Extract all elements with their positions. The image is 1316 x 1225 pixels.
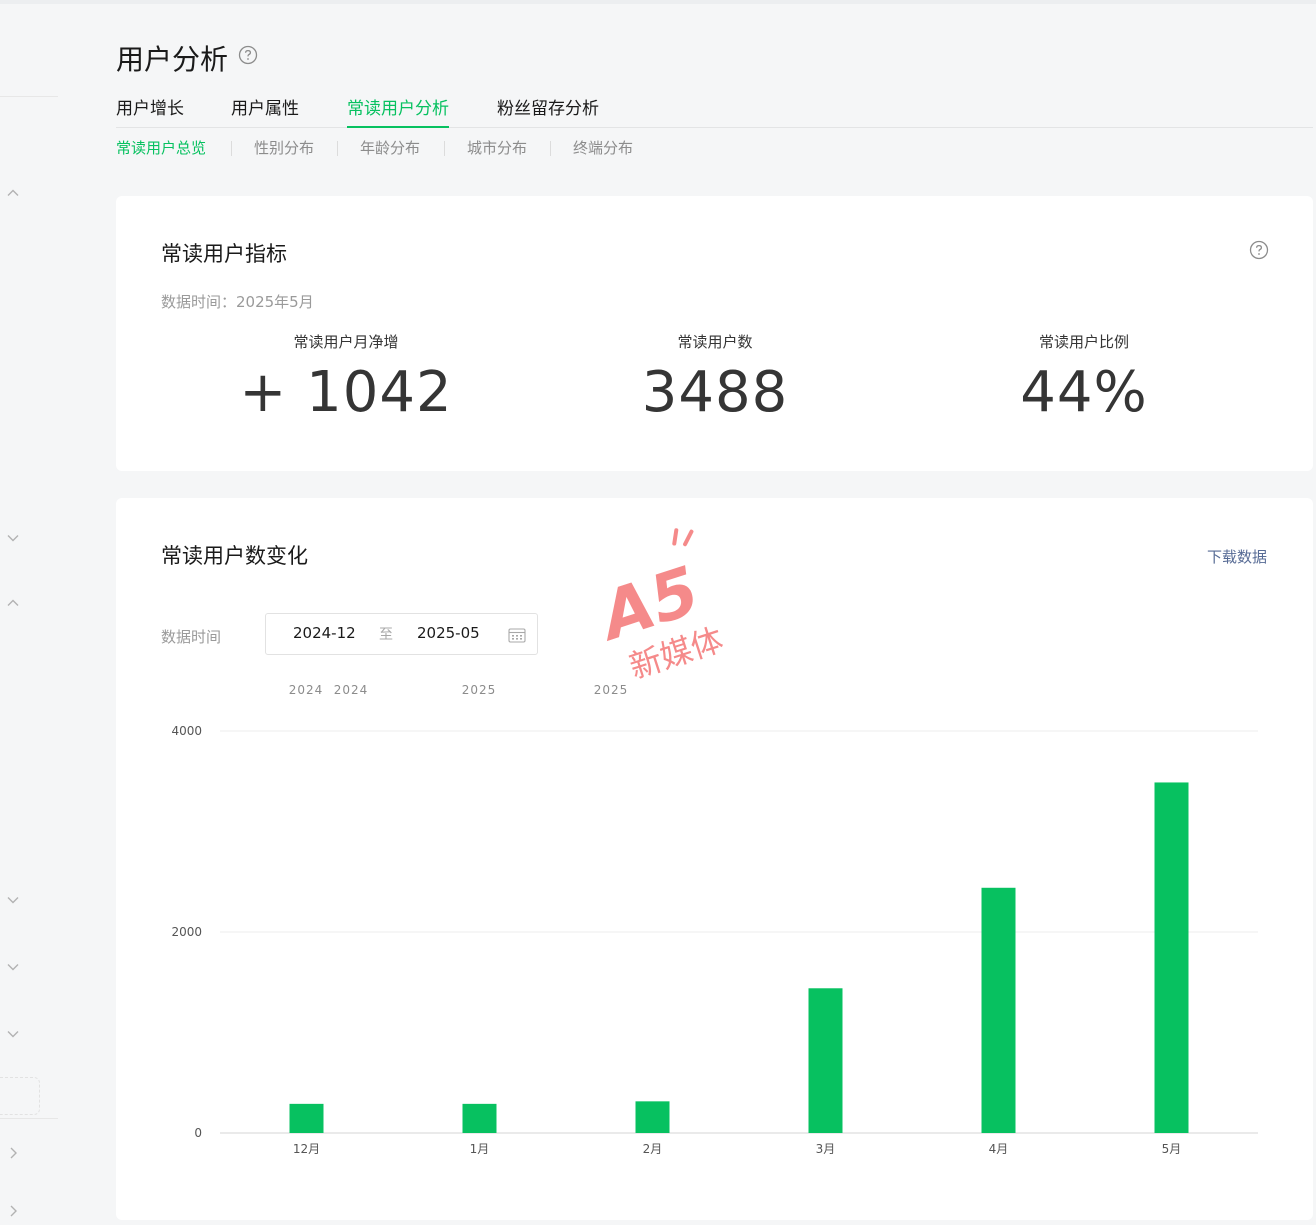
metric-value: 3488 bbox=[641, 360, 789, 425]
subtab-divider bbox=[337, 141, 338, 156]
metric-net-growth: 常读用户月净增 + 1042 bbox=[166, 332, 526, 428]
y-tick-label: 0 bbox=[194, 1126, 202, 1140]
range-end[interactable]: 2025-05 bbox=[417, 624, 480, 642]
x-tick-label: 2月 bbox=[643, 1142, 663, 1156]
range-start[interactable]: 2024-12 bbox=[293, 624, 356, 642]
x-tick-label: 4月 bbox=[989, 1142, 1009, 1156]
year-label: 2024 bbox=[289, 683, 324, 697]
tab-fan-retention[interactable]: 粉丝留存分析 bbox=[497, 96, 599, 128]
metric-label: 常读用户月净增 bbox=[293, 333, 399, 351]
sidebar-placeholder-box bbox=[0, 1077, 40, 1115]
chevron-up-icon[interactable] bbox=[6, 596, 20, 610]
top-border bbox=[0, 0, 1316, 4]
trend-title: 常读用户数变化 bbox=[161, 544, 308, 568]
subtab-divider bbox=[444, 141, 445, 156]
chevron-right-icon[interactable] bbox=[6, 1204, 20, 1218]
year-label: 2025 bbox=[462, 683, 497, 697]
download-data-link[interactable]: 下载数据 bbox=[1207, 546, 1267, 567]
chevron-down-icon[interactable] bbox=[6, 893, 20, 907]
chevron-up-icon[interactable] bbox=[6, 186, 20, 200]
chevron-down-icon[interactable] bbox=[6, 960, 20, 974]
x-tick-label: 12月 bbox=[293, 1142, 320, 1156]
bar-3月 bbox=[808, 988, 843, 1133]
indicators-title: 常读用户指标 bbox=[161, 242, 287, 266]
metric-user-ratio: 常读用户比例 44% bbox=[904, 332, 1264, 428]
main-tabs: 用户增长 用户属性 常读用户分析 粉丝留存分析 bbox=[116, 96, 1313, 128]
subtab-device[interactable]: 终端分布 bbox=[573, 136, 633, 160]
sidebar-divider bbox=[0, 96, 58, 97]
year-label: 2025 bbox=[594, 683, 629, 697]
x-tick-label: 5月 bbox=[1162, 1142, 1182, 1156]
subtab-gender[interactable]: 性别分布 bbox=[254, 136, 314, 160]
tab-frequent-readers[interactable]: 常读用户分析 bbox=[347, 96, 449, 128]
x-tick-label: 1月 bbox=[470, 1142, 490, 1156]
metric-label: 常读用户比例 bbox=[1038, 333, 1129, 351]
tab-user-attributes[interactable]: 用户属性 bbox=[231, 96, 299, 128]
y-tick-label: 2000 bbox=[171, 925, 202, 939]
trend-card: 常读用户数变化 下载数据 数据时间 2024-12 至 2025-05 0 200… bbox=[116, 498, 1313, 1220]
sidebar-divider bbox=[0, 1118, 58, 1119]
bar-12月 bbox=[289, 1103, 324, 1133]
calendar-icon[interactable] bbox=[508, 627, 526, 643]
bar-1月 bbox=[462, 1103, 497, 1133]
indicators-card: 常读用户指标 数据时间：2025年5月 常读用户月净增 + 1042 常读用户数… bbox=[116, 196, 1313, 471]
y-tick-label: 4000 bbox=[171, 724, 202, 738]
subtab-city[interactable]: 城市分布 bbox=[467, 136, 527, 160]
user-count-bar-chart: 0 2000 4000 2024 2024 2025 2025 12月 1月 2月 3月 4月 5月 bbox=[171, 683, 1258, 1156]
subtab-age[interactable]: 年龄分布 bbox=[360, 136, 420, 160]
range-separator: 至 bbox=[379, 627, 393, 643]
subtab-divider bbox=[550, 141, 551, 156]
question-circle-icon[interactable] bbox=[238, 45, 258, 65]
indicators-data-time: 数据时间：2025年5月 bbox=[161, 293, 314, 311]
bar-5月 bbox=[1154, 782, 1189, 1133]
chevron-down-icon[interactable] bbox=[6, 1027, 20, 1041]
year-label: 2024 bbox=[334, 683, 369, 697]
bar-2月 bbox=[635, 1101, 670, 1133]
date-range-picker[interactable]: 2024-12 至 2025-05 bbox=[265, 613, 538, 655]
tab-user-growth[interactable]: 用户增长 bbox=[116, 96, 184, 128]
metric-user-count: 常读用户数 3488 bbox=[535, 332, 895, 428]
range-label: 数据时间 bbox=[161, 628, 222, 646]
subtab-overview[interactable]: 常读用户总览 bbox=[116, 136, 206, 160]
metric-label: 常读用户数 bbox=[677, 333, 753, 351]
metric-value: 44% bbox=[1020, 360, 1148, 425]
bar-4月 bbox=[981, 887, 1016, 1133]
x-tick-label: 3月 bbox=[816, 1142, 836, 1156]
metric-value: + 1042 bbox=[239, 360, 453, 425]
chevron-down-icon[interactable] bbox=[6, 531, 20, 545]
chevron-right-icon[interactable] bbox=[6, 1146, 20, 1160]
subtab-divider bbox=[231, 141, 232, 156]
sidebar bbox=[0, 4, 60, 1225]
question-circle-icon[interactable] bbox=[1249, 240, 1269, 260]
page-title: 用户分析 bbox=[116, 43, 229, 76]
